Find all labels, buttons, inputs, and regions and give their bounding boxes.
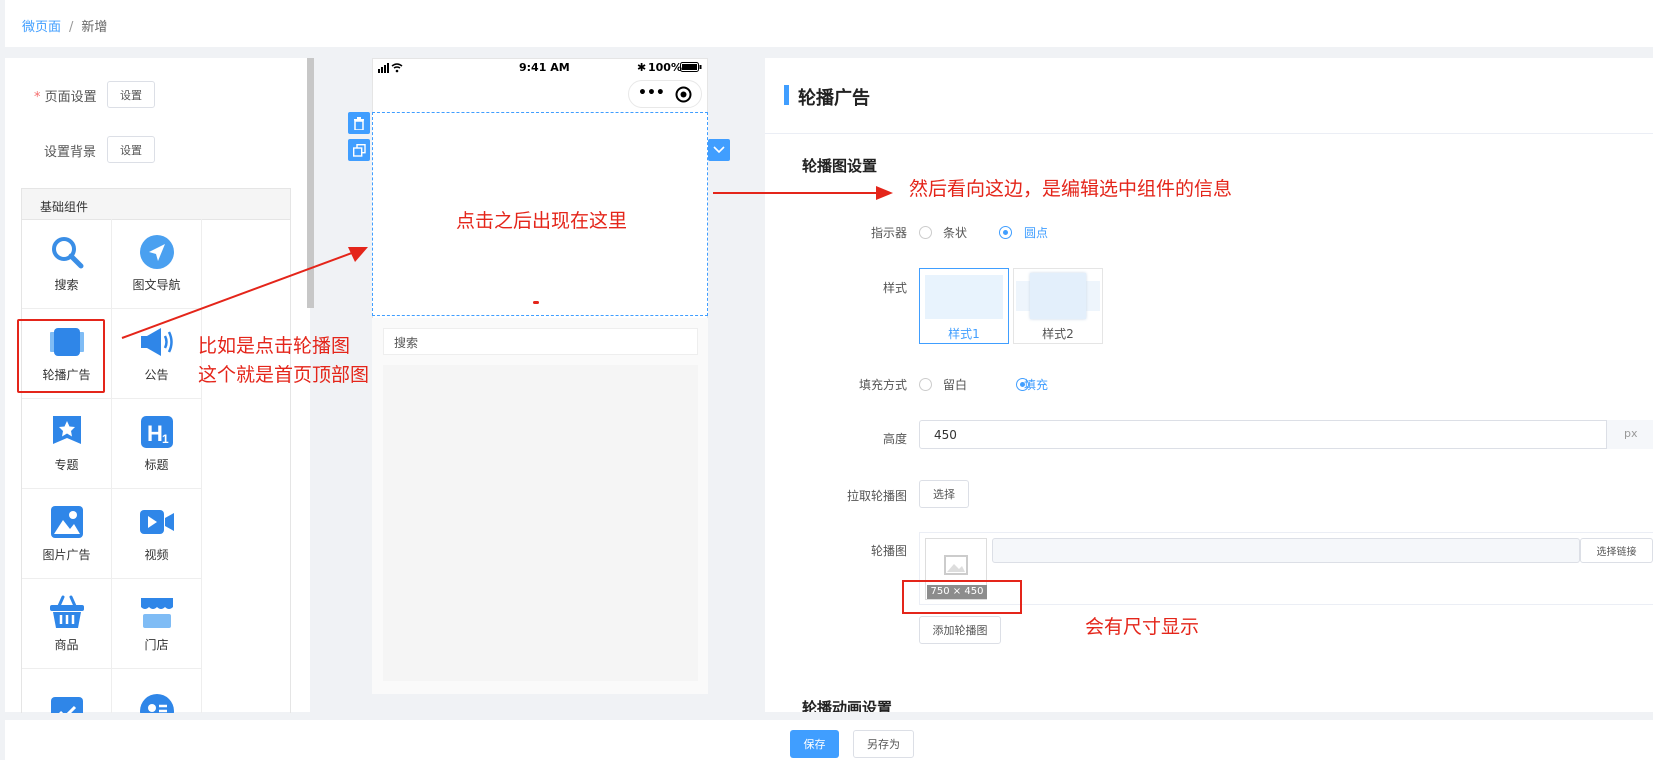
arrow-to-phone-line	[121, 249, 361, 339]
save-button[interactable]: 保存	[790, 730, 839, 758]
arrow-to-settings-head	[876, 186, 893, 200]
arrow-to-phone-head	[348, 247, 368, 262]
annotation-arrows	[121, 186, 893, 339]
save-as-button[interactable]: 另存为	[853, 730, 914, 758]
